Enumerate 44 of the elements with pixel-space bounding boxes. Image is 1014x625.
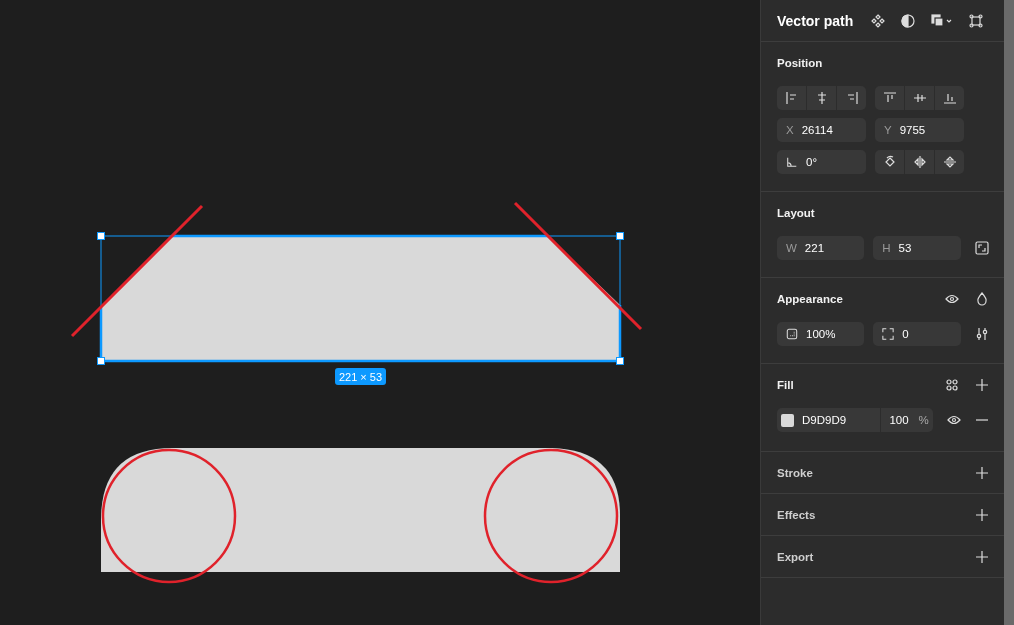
section-heading: Appearance — [777, 292, 844, 305]
four-diamonds-icon — [871, 13, 885, 28]
drop-icon — [975, 291, 989, 306]
plus-icon — [975, 465, 989, 480]
align-top-icon — [882, 91, 897, 105]
section-heading: Stroke — [777, 466, 814, 479]
section-heading: Position — [777, 56, 824, 69]
overlapping-squares-icon — [931, 13, 953, 28]
resize-handle[interactable] — [616, 357, 624, 365]
resize-icon — [975, 241, 990, 255]
section-heading: Export — [777, 550, 815, 563]
resize-handle[interactable] — [97, 232, 105, 240]
align-left-icon — [784, 91, 799, 105]
section-heading: Effects — [777, 508, 817, 521]
opacity-icon — [786, 328, 798, 340]
plus-icon — [975, 507, 989, 522]
opacity-field[interactable]: 100% — [777, 322, 865, 346]
y-position-field[interactable]: Y 9755 — [875, 118, 964, 142]
corner-radius-icon — [882, 328, 895, 340]
corner-radius-field[interactable]: 0 — [873, 322, 961, 346]
frame-icon — [969, 13, 983, 28]
plus-icon — [975, 549, 989, 564]
section-heading: Layout — [777, 206, 816, 219]
resize-button[interactable] — [972, 238, 992, 258]
rotation-field[interactable]: 0° — [777, 150, 866, 174]
four-circles-icon — [945, 377, 959, 392]
rounded-rectangle-shape[interactable] — [101, 448, 620, 572]
half-circle-icon — [901, 13, 915, 28]
sliders-icon — [975, 327, 990, 341]
x-position-field[interactable]: X 26114 — [777, 118, 866, 142]
eye-icon — [946, 413, 961, 427]
section-heading: Fill — [777, 378, 795, 391]
align-vertical-center-icon — [912, 91, 927, 105]
width-field[interactable]: W 221 — [777, 236, 865, 260]
height-field[interactable]: H 53 — [873, 236, 961, 260]
plus-icon — [975, 377, 989, 392]
resize-handle[interactable] — [616, 232, 624, 240]
align-bottom-icon — [942, 91, 957, 105]
panel-title: Vector path — [777, 12, 855, 29]
dimension-label: 221 × 53 — [335, 368, 386, 385]
angle-icon — [786, 156, 798, 168]
resize-handle[interactable] — [97, 357, 105, 365]
color-swatch[interactable] — [781, 413, 794, 427]
fill-field[interactable]: D9D9D9 100 % — [777, 408, 933, 432]
